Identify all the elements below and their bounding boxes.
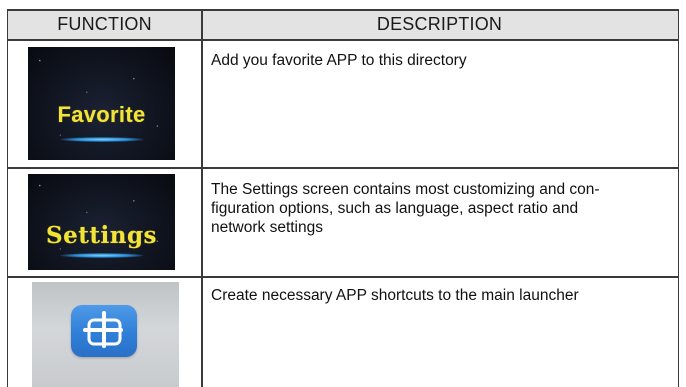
- favorite-description: Add you favorite APP to this directory: [211, 51, 676, 70]
- settings-thumbnail-label: Settings: [46, 222, 157, 249]
- add-shortcut-icon: [71, 305, 137, 357]
- description-line: Add you favorite APP to this directory: [211, 52, 467, 69]
- description-line: Create necessary APP shortcuts to the ma…: [211, 287, 579, 304]
- description-line: network settings: [211, 219, 323, 236]
- row-divider: [8, 167, 678, 169]
- table-top-border: [8, 9, 678, 11]
- description-line: The Settings screen contains most custom…: [211, 181, 600, 198]
- add-shortcut-thumbnail: [32, 282, 179, 387]
- settings-description: The Settings screen contains most custom…: [211, 180, 676, 237]
- settings-thumbnail: Settings: [28, 174, 175, 270]
- favorite-thumbnail: Favorite: [28, 47, 175, 160]
- description-line: figuration options, such as language, as…: [211, 200, 579, 217]
- function-column-header: FUNCTION: [57, 14, 152, 34]
- description-column-header: DESCRIPTION: [376, 14, 503, 34]
- settings-underline-glow: [59, 253, 144, 258]
- header-divider: [8, 39, 678, 41]
- function-description-table: FUNCTION DESCRIPTION Favorite Add you fa…: [7, 9, 679, 387]
- row-divider: [8, 276, 678, 278]
- column-divider: [201, 9, 203, 387]
- favorite-thumbnail-label: Favorite: [57, 102, 146, 127]
- table-header: FUNCTION DESCRIPTION: [8, 9, 678, 39]
- plus-in-box-icon: [83, 311, 123, 348]
- add-shortcut-description: Create necessary APP shortcuts to the ma…: [211, 286, 676, 305]
- favorite-underline-glow: [59, 137, 144, 142]
